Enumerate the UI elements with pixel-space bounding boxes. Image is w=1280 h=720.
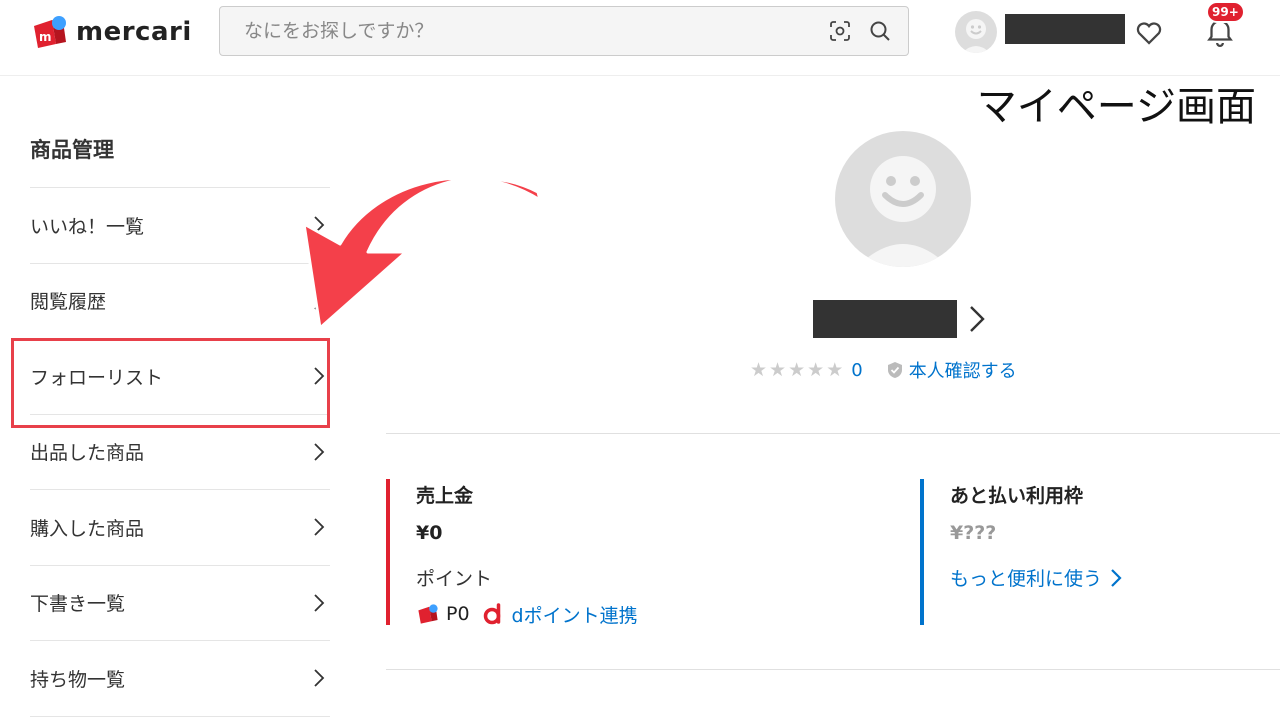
sidebar-item-likes[interactable]: いいね！一覧 <box>30 188 330 264</box>
star-icon: ★ <box>826 358 844 381</box>
search-icon <box>870 21 890 41</box>
points-label: ポイント <box>416 568 493 590</box>
mercari-box-icon: m <box>34 16 66 48</box>
dpoint-link[interactable]: dポイント連携 <box>512 601 638 628</box>
page-caption: マイページ画面 <box>976 84 1256 130</box>
header: m mercari なにをお探しですか？ 99+ <box>0 0 1280 76</box>
chevron-right-icon <box>314 292 325 310</box>
points-row: P0 dポイント連携 <box>416 601 826 627</box>
sales-card: 売上金 ¥0 ポイント P0 dポイント連携 <box>386 479 826 627</box>
sidebar-item-history[interactable]: 閲覧履歴 <box>30 264 330 339</box>
sidebar-item-label: フォローリスト <box>30 366 164 389</box>
sidebar-item-follow-list[interactable]: フォローリスト <box>30 339 330 415</box>
points-value: P0 <box>446 603 470 625</box>
sidebar-item-label: 閲覧履歴 <box>30 291 107 314</box>
more-convenient-link[interactable]: もっと便利に使う <box>950 564 1280 591</box>
mypage: m mercari なにをお探しですか？ 99+ マイページ画面 商品管理 いい… <box>0 0 1280 720</box>
verify-label: 本人確認する <box>908 361 1017 382</box>
sidebar-item-label: 購入した商品 <box>30 517 145 540</box>
sales-amount: ¥0 <box>416 522 443 544</box>
notification-badge: 99+ <box>1206 1 1245 23</box>
star-icon: ★ <box>769 358 787 381</box>
sidebar-item-purchased[interactable]: 購入した商品 <box>30 490 330 566</box>
chevron-right-icon <box>314 367 325 385</box>
mercari-logo[interactable]: m mercari <box>30 12 192 52</box>
divider <box>386 433 1280 434</box>
likes-button[interactable] <box>1134 18 1164 48</box>
sidebar-item-label: いいね！一覧 <box>30 215 145 238</box>
shield-check-icon <box>887 362 902 378</box>
profile-avatar[interactable] <box>835 131 971 267</box>
chevron-right-icon <box>314 669 325 687</box>
star-icon: ★ <box>788 358 806 381</box>
star-icon: ★ <box>807 358 825 381</box>
search-button[interactable] <box>860 11 900 51</box>
credit-title: あと払い利用枠 <box>950 485 1084 507</box>
svg-text:m: m <box>39 30 52 44</box>
header-avatar[interactable] <box>955 11 997 53</box>
redacted-profile-name <box>813 300 957 338</box>
star-icon: ★ <box>750 358 768 381</box>
search-bar <box>219 6 909 56</box>
more-link-label: もっと便利に使う <box>950 568 1103 590</box>
sidebar-item-belongings[interactable]: 持ち物一覧 <box>30 641 330 717</box>
chevron-right-icon <box>314 216 325 234</box>
heart-icon <box>1136 22 1162 45</box>
sidebar-item-listed[interactable]: 出品した商品 <box>30 415 330 490</box>
sidebar-item-label: 出品した商品 <box>30 442 145 465</box>
sidebar-item-drafts[interactable]: 下書き一覧 <box>30 566 330 641</box>
chevron-right-icon <box>1111 568 1122 587</box>
user-avatar-icon <box>857 156 949 267</box>
user-avatar-icon <box>962 19 990 53</box>
sidebar-title: 商品管理 <box>30 112 330 188</box>
camera-search-button[interactable] <box>820 11 860 51</box>
divider <box>386 669 1280 670</box>
chevron-right-icon <box>314 594 325 612</box>
chevron-right-icon <box>314 518 325 536</box>
sidebar-item-label: 下書き一覧 <box>30 593 126 616</box>
sidebar: 商品管理 いいね！一覧 閲覧履歴 フォローリスト 出品した商品 購入した商品 下… <box>30 112 330 717</box>
d-point-icon <box>483 603 500 625</box>
credit-card: あと払い利用枠 ¥??? もっと便利に使う <box>920 479 1280 625</box>
logo-text: mercari <box>76 17 192 47</box>
chevron-right-icon[interactable] <box>966 303 988 335</box>
verify-identity-link[interactable]: 本人確認する <box>887 357 1017 383</box>
mercari-point-icon <box>418 604 438 624</box>
rating-count[interactable]: 0 <box>851 360 862 381</box>
sidebar-item-label: 持ち物一覧 <box>30 668 126 691</box>
camera-scan-icon <box>830 21 850 41</box>
rating-row: ★ ★ ★ ★ ★ 0 本人確認する <box>750 356 1017 384</box>
sales-title: 売上金 <box>416 485 474 507</box>
search-input[interactable] <box>220 7 820 55</box>
credit-amount: ¥??? <box>950 522 997 544</box>
chevron-right-icon <box>314 443 325 461</box>
redacted-username <box>1005 14 1125 44</box>
